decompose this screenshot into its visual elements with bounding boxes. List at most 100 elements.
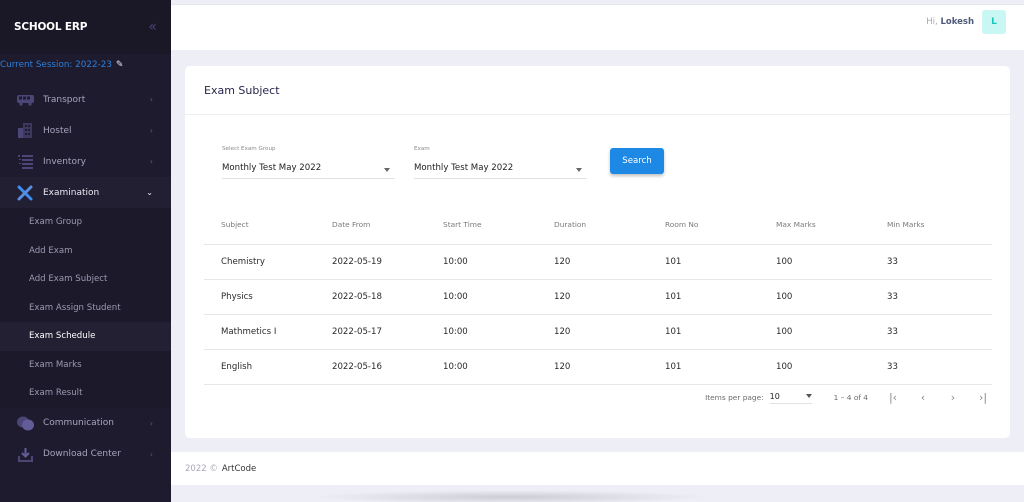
brand-title: SCHOOL ERP — [14, 21, 88, 33]
table-cell: English — [204, 349, 315, 385]
table-cell: 33 — [870, 244, 992, 280]
items-per-page-value: 10 — [769, 391, 780, 401]
table-cell: 10:00 — [426, 349, 537, 385]
session-label: Current Session: 2022-23 — [0, 60, 112, 70]
submenu-item-exam-marks[interactable]: Exam Marks — [0, 351, 171, 380]
user-menu[interactable]: Hi, Lokesh L — [926, 10, 1006, 34]
user-greeting: Hi, Lokesh — [926, 17, 974, 27]
dropdown-arrow-icon — [805, 394, 812, 398]
next-page-icon[interactable]: › — [948, 391, 958, 404]
table-cell: 120 — [537, 244, 648, 280]
footer: 2022 © ArtCode — [171, 452, 1024, 485]
table-cell: 10:00 — [426, 244, 537, 280]
column-header: Min Marks — [870, 206, 992, 245]
chevron-right-icon: › — [149, 418, 153, 428]
sidebar-item-download-center[interactable]: Download Center › — [0, 439, 171, 470]
column-header: Duration — [537, 206, 648, 245]
list-icon — [16, 154, 34, 170]
chat-icon — [16, 415, 34, 431]
table-cell: 10:00 — [426, 314, 537, 350]
table-row[interactable]: Mathmetics I 2022-05-17 10:00 120 101 100 33 — [204, 314, 992, 350]
table-cell: 101 — [648, 314, 759, 350]
sidebar-item-transport[interactable]: Transport › — [0, 84, 171, 115]
greeting-text: Hi, — [926, 17, 938, 27]
column-header: Start Time — [426, 206, 537, 245]
table-cell: 120 — [537, 314, 648, 350]
table-row[interactable]: Physics 2022-05-18 10:00 120 101 100 33 — [204, 279, 992, 315]
table-row[interactable]: English 2022-05-16 10:00 120 101 100 33 — [204, 349, 992, 385]
chevron-right-icon: › — [149, 157, 153, 166]
sidebar-item-label: Hostel — [43, 125, 72, 136]
table-cell: 100 — [759, 244, 870, 280]
submenu-item-exam-group[interactable]: Exam Group — [0, 208, 171, 237]
table-cell: 101 — [648, 279, 759, 315]
page-title: Exam Subject — [204, 83, 280, 97]
footer-brand-link[interactable]: ArtCode — [222, 464, 256, 474]
paginator: Items per page: 10 1 – 4 of 4 |‹ ‹ › ›| — [705, 391, 988, 404]
table-row[interactable]: Chemistry 2022-05-19 10:00 120 101 100 33 — [204, 244, 992, 280]
table-cell: 33 — [870, 279, 992, 315]
table-cell: 2022-05-18 — [315, 279, 426, 315]
sidebar-item-examination[interactable]: Examination ⌄ — [0, 177, 171, 208]
submenu-item-exam-result[interactable]: Exam Result — [0, 379, 171, 408]
table-cell: 101 — [648, 244, 759, 280]
sidebar-item-label: Download Center — [43, 449, 121, 459]
submenu-item-exam-assign-student[interactable]: Exam Assign Student — [0, 294, 171, 323]
previous-page-icon[interactable]: ‹ — [918, 391, 928, 404]
exam-value: Monthly Test May 2022 — [414, 163, 514, 173]
current-session[interactable]: Current Session: 2022-23 ✎ — [0, 54, 171, 76]
exam-group-value: Monthly Test May 2022 — [222, 163, 322, 173]
sidebar-item-communication[interactable]: Communication › — [0, 408, 171, 439]
table-cell: 33 — [870, 349, 992, 385]
sidebar: SCHOOL ERP « Current Session: 2022-23 ✎ … — [0, 0, 171, 502]
user-name: Lokesh — [940, 17, 974, 27]
table-cell: 2022-05-16 — [315, 349, 426, 385]
table-cell: Physics — [204, 279, 315, 315]
chevron-right-icon: › — [149, 449, 153, 459]
table-cell: 100 — [759, 314, 870, 350]
column-header: Date From — [315, 206, 426, 245]
last-page-icon[interactable]: ›| — [978, 391, 988, 404]
footer-year: 2022 © — [185, 463, 218, 474]
column-header: Subject — [204, 206, 315, 245]
topbar: Hi, Lokesh L — [171, 4, 1024, 50]
chevron-right-icon: › — [149, 126, 153, 135]
examination-submenu: Exam Group Add Exam Add Exam Subject Exa… — [0, 208, 171, 408]
table-cell: 100 — [759, 279, 870, 315]
table-cell: 2022-05-19 — [315, 244, 426, 280]
avatar[interactable]: L — [982, 10, 1006, 34]
sidebar-item-hostel[interactable]: Hostel › — [0, 115, 171, 146]
dropdown-arrow-icon — [384, 168, 390, 172]
bottom-shadow — [310, 490, 710, 502]
submenu-item-add-exam-subject[interactable]: Add Exam Subject — [0, 265, 171, 294]
exam-subject-card: Exam Subject Select Exam Group Monthly T… — [185, 66, 1010, 438]
exam-group-select[interactable]: Select Exam Group Monthly Test May 2022 — [222, 146, 395, 179]
search-button[interactable]: Search — [610, 148, 664, 174]
pencil-ruler-icon — [16, 185, 34, 201]
exam-group-label: Select Exam Group — [222, 146, 276, 152]
sidebar-item-label: Communication — [43, 418, 114, 428]
table-cell: 120 — [537, 279, 648, 315]
items-per-page-select[interactable]: 10 — [769, 391, 812, 404]
download-icon — [16, 446, 34, 462]
sidebar-item-label: Transport — [43, 94, 86, 105]
table-cell: 2022-05-17 — [315, 314, 426, 350]
edit-pencil-icon[interactable]: ✎ — [116, 60, 124, 70]
first-page-icon[interactable]: |‹ — [888, 391, 898, 404]
chevron-right-icon: › — [149, 95, 153, 104]
bus-icon — [16, 92, 34, 108]
submenu-item-add-exam[interactable]: Add Exam — [0, 237, 171, 266]
brand-header: SCHOOL ERP « — [0, 0, 171, 54]
card-header: Exam Subject — [185, 66, 1010, 115]
column-header: Max Marks — [759, 206, 870, 245]
exam-select[interactable]: Exam Monthly Test May 2022 — [414, 146, 587, 179]
sidebar-menu: Transport › Hostel › Inventory › Examina… — [0, 84, 171, 470]
table-cell: 101 — [648, 349, 759, 385]
table-header-row: Subject Date From Start Time Duration Room N… — [204, 206, 992, 245]
table-cell: 100 — [759, 349, 870, 385]
submenu-item-exam-schedule[interactable]: Exam Schedule — [0, 322, 171, 351]
column-header: Room No — [648, 206, 759, 245]
sidebar-item-inventory[interactable]: Inventory › — [0, 146, 171, 177]
collapse-sidebar-icon[interactable]: « — [148, 19, 157, 35]
dropdown-arrow-icon — [576, 168, 582, 172]
